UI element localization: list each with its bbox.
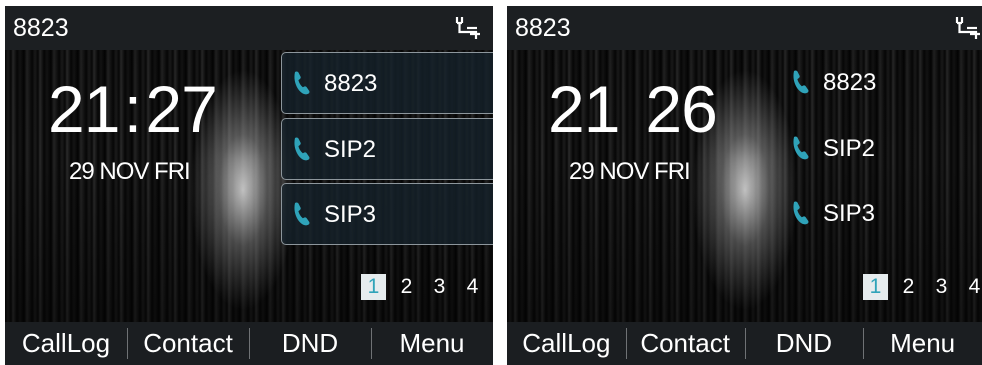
line-key-sip3[interactable]: SIP3 xyxy=(281,183,493,245)
network-icon xyxy=(954,15,982,46)
menu-softkey[interactable]: Menu xyxy=(863,322,982,365)
line-key-sip2[interactable]: SIP2 xyxy=(281,118,493,180)
account-label: 8823 xyxy=(13,14,69,42)
line-key-label: SIP3 xyxy=(823,200,876,227)
status-bar: 8823 xyxy=(5,6,493,50)
line-key-label: 8823 xyxy=(823,69,877,96)
calllog-softkey[interactable]: CallLog xyxy=(5,322,127,365)
page-1[interactable]: 1 xyxy=(863,274,888,300)
status-bar: 8823 xyxy=(507,6,982,50)
page-indicator: 1 2 3 4 xyxy=(361,274,493,300)
phone-screen-left: 8823 21:27 29 NOV FRI 8823 SIP2 SIP3 1 2… xyxy=(5,6,493,365)
account-label: 8823 xyxy=(515,14,571,42)
phone-screen-right: 8823 21 26 29 NOV FRI 8823 SIP2 SIP3 1 2 … xyxy=(507,6,982,365)
page-4[interactable]: 4 xyxy=(962,274,982,300)
date-label: 29 NOV FRI xyxy=(569,158,691,185)
page-3[interactable]: 3 xyxy=(929,274,954,300)
page-4[interactable]: 4 xyxy=(460,274,485,300)
line-key-label: SIP2 xyxy=(324,136,377,163)
clock-minutes: 27 xyxy=(145,72,217,146)
page-1[interactable]: 1 xyxy=(361,274,386,300)
line-key-label: SIP2 xyxy=(823,135,876,162)
date-label: 29 NOV FRI xyxy=(69,158,191,185)
phone-icon xyxy=(291,201,313,232)
contact-softkey[interactable]: Contact xyxy=(127,322,249,365)
page-indicator: 1 2 3 4 xyxy=(863,274,982,300)
page-2[interactable]: 2 xyxy=(394,274,419,300)
page-3[interactable]: 3 xyxy=(427,274,452,300)
line-key-label: 8823 xyxy=(324,70,378,97)
clock-minutes: 26 xyxy=(645,72,717,146)
line-key-sip3[interactable]: SIP3 xyxy=(781,183,981,245)
clock-hours: 21 xyxy=(48,72,120,146)
line-key-8823[interactable]: 8823 xyxy=(281,52,493,114)
clock: 21:27 xyxy=(48,72,218,146)
softkey-bar: CallLog Contact DND Menu xyxy=(5,322,493,365)
phone-icon xyxy=(790,69,812,100)
phone-icon xyxy=(291,70,313,101)
line-key-sip2[interactable]: SIP2 xyxy=(781,118,981,180)
clock-hours: 21 xyxy=(548,72,620,146)
network-icon xyxy=(454,15,482,46)
line-key-8823[interactable]: 8823 xyxy=(781,52,981,114)
softkey-bar: CallLog Contact DND Menu xyxy=(507,322,982,365)
clock: 21 26 xyxy=(548,72,718,146)
contact-softkey[interactable]: Contact xyxy=(625,322,745,365)
phone-icon xyxy=(790,200,812,231)
page-2[interactable]: 2 xyxy=(896,274,921,300)
phone-icon xyxy=(291,136,313,167)
menu-softkey[interactable]: Menu xyxy=(371,322,493,365)
calllog-softkey[interactable]: CallLog xyxy=(507,322,626,365)
dnd-softkey[interactable]: DND xyxy=(249,322,371,365)
phone-icon xyxy=(790,135,812,166)
line-key-label: SIP3 xyxy=(324,201,377,228)
clock-separator: : xyxy=(123,72,142,146)
dnd-softkey[interactable]: DND xyxy=(744,322,864,365)
